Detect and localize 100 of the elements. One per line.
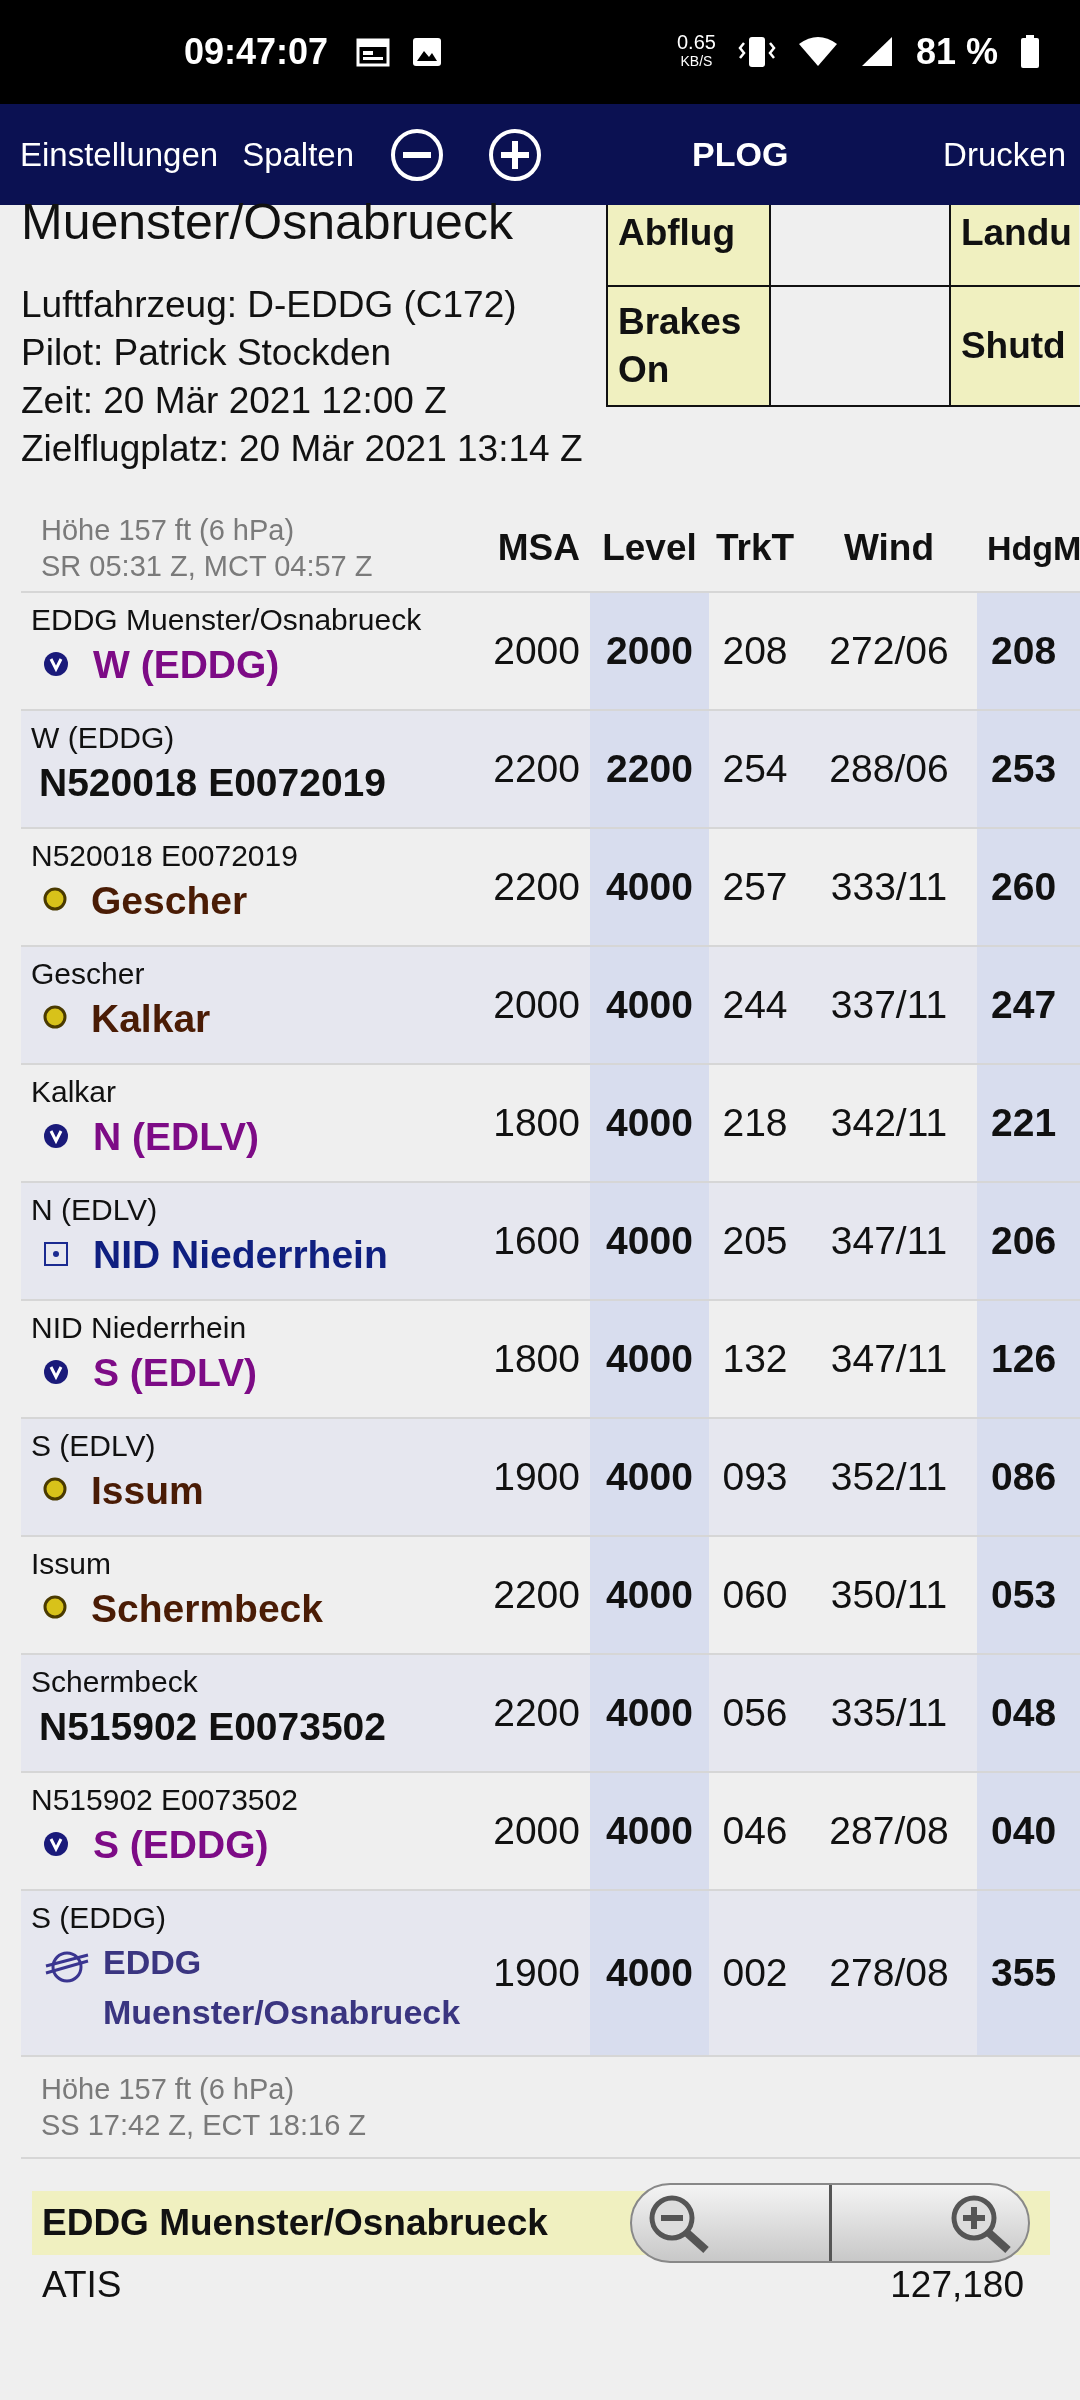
wifi-icon	[797, 36, 838, 68]
table-cell: 053	[977, 1537, 1080, 1653]
table-cell-text: 046	[721, 1808, 789, 1854]
table-cell-text: 1600	[492, 1218, 581, 1264]
table-cell: 208	[977, 593, 1080, 709]
previous-waypoint: NID Niederrhein	[31, 1310, 248, 1346]
table-cell: 260	[977, 829, 1080, 945]
toolbar-button[interactable]: Spalten	[240, 135, 367, 174]
waypoint-name[interactable]: Issum	[91, 1465, 204, 1517]
zoom-out-icon[interactable]	[390, 127, 445, 182]
print-button[interactable]: Drucken	[941, 135, 1080, 174]
previous-waypoint: Issum	[31, 1546, 112, 1582]
table-cell-text: 337/11	[829, 982, 949, 1028]
column-header: Wind	[842, 527, 936, 569]
table-cell-text: 333/11	[829, 864, 949, 910]
column-header: Level	[601, 527, 698, 569]
table-cell-text: 205	[721, 1218, 789, 1264]
vor-icon	[43, 1359, 69, 1385]
waypoint-name[interactable]: N515902 E0073502	[39, 1701, 386, 1753]
table-cell-text: 244	[721, 982, 789, 1028]
previous-waypoint: N520018 E0072019	[31, 838, 299, 874]
table-cell-text: 2200	[492, 1690, 581, 1736]
table-cell-text: 347/11	[829, 1218, 949, 1264]
table-cell-text: 056	[721, 1690, 789, 1736]
battery-icon	[1020, 35, 1040, 69]
table-cell-text: 2000	[492, 628, 581, 674]
arrival-info: SS 17:42 Z, ECT 18:16 Z	[41, 2108, 368, 2143]
table-cell: 253	[977, 711, 1080, 827]
table-cell: 4000	[590, 1655, 709, 1771]
ndb-icon	[43, 887, 67, 911]
flight-info: Pilot: Patrick Stockden	[21, 331, 393, 375]
waypoint-name[interactable]: NID Niederrhein	[93, 1229, 388, 1281]
column-header: TrkT	[714, 527, 796, 569]
table-cell: 4000	[590, 1301, 709, 1417]
table-cell-text: 218	[721, 1100, 789, 1146]
table-cell: 247	[977, 947, 1080, 1063]
table-cell: 4000	[590, 1891, 709, 2055]
table-cell: 2000	[590, 593, 709, 709]
table-cell: 4000	[590, 1065, 709, 1181]
previous-waypoint: S (EDLV)	[31, 1428, 157, 1464]
waypoint-name[interactable]: Kalkar	[91, 993, 211, 1045]
airport-icon	[43, 1949, 91, 1985]
table-cell: 048	[977, 1655, 1080, 1771]
table-cell-text: 352/11	[829, 1454, 949, 1500]
table-cell: 355	[977, 1891, 1080, 2055]
table-cell-text: 288/06	[828, 746, 950, 792]
previous-waypoint: Kalkar	[31, 1074, 118, 1110]
table-cell-text: 287/08	[828, 1808, 950, 1854]
table-cell-text: 335/11	[829, 1690, 949, 1736]
table-cell: 2200	[590, 711, 709, 827]
vor-icon	[43, 1123, 69, 1149]
table-cell-text: 2000	[492, 1808, 581, 1854]
table-cell: 221	[977, 1065, 1080, 1181]
waypoint-name[interactable]: N (EDLV)	[93, 1111, 260, 1163]
waypoint-name[interactable]: EDDG Muenster/Osnabrueck	[103, 1937, 468, 2037]
dme-icon	[43, 1241, 69, 1267]
waypoint-name[interactable]: N520018 E0072019	[39, 757, 386, 809]
waypoint-name[interactable]: Schermbeck	[91, 1583, 323, 1635]
table-cell-text: 2200	[492, 864, 581, 910]
times-label: Abflug	[607, 205, 771, 285]
departure-info: SR 05:31 Z, MCT 04:57 Z	[41, 549, 374, 584]
table-cell-text: 2000	[492, 982, 581, 1028]
table-cell: 4000	[590, 1183, 709, 1299]
table-cell-text: 2200	[492, 1572, 581, 1618]
table-cell: 4000	[590, 1419, 709, 1535]
previous-waypoint: N (EDLV)	[31, 1192, 159, 1228]
battery-level: 81 %	[915, 31, 998, 73]
waypoint-name[interactable]: Gescher	[91, 875, 248, 927]
table-cell: 086	[977, 1419, 1080, 1535]
times-label: Landu	[950, 205, 1079, 285]
frequency-value: 127,180	[890, 2263, 1024, 2307]
vor-icon	[43, 651, 69, 677]
zoom-in-icon[interactable]	[488, 127, 543, 182]
waypoint-name[interactable]: S (EDLV)	[93, 1347, 257, 1399]
table-cell: 4000	[590, 1773, 709, 1889]
table-cell-text: 1800	[492, 1336, 581, 1382]
waypoint-name[interactable]: W (EDDG)	[93, 639, 280, 691]
toolbar-button[interactable]: Einstellungen	[18, 135, 231, 174]
table-cell-text: 093	[721, 1454, 789, 1500]
previous-waypoint: Schermbeck	[31, 1664, 199, 1700]
frequency-label: ATIS	[42, 2263, 122, 2307]
flight-info: Zielflugplatz: 20 Mär 2021 13:14 Z	[21, 427, 584, 471]
table-cell: 4000	[590, 947, 709, 1063]
previous-waypoint: N515902 E0073502	[31, 1782, 299, 1818]
airport-title: Muenster/Osnabrueck	[21, 197, 514, 247]
ndb-icon	[43, 1477, 67, 1501]
table-cell-text: 347/11	[829, 1336, 949, 1382]
ndb-icon	[43, 1595, 67, 1619]
table-cell: 040	[977, 1773, 1080, 1889]
column-header: MSA	[496, 527, 581, 569]
previous-waypoint: S (EDDG)	[31, 1900, 167, 1936]
table-cell: 206	[977, 1183, 1080, 1299]
network-speed: 0.65 KB/S	[677, 33, 716, 71]
table-cell-text: 1800	[492, 1100, 581, 1146]
table-cell-text: 272/06	[828, 628, 950, 674]
vor-icon	[43, 1831, 69, 1857]
waypoint-name[interactable]: S (EDDG)	[93, 1819, 269, 1871]
table-cell-text: 254	[721, 746, 789, 792]
previous-waypoint: W (EDDG)	[31, 720, 176, 756]
calendar-icon	[356, 37, 391, 67]
